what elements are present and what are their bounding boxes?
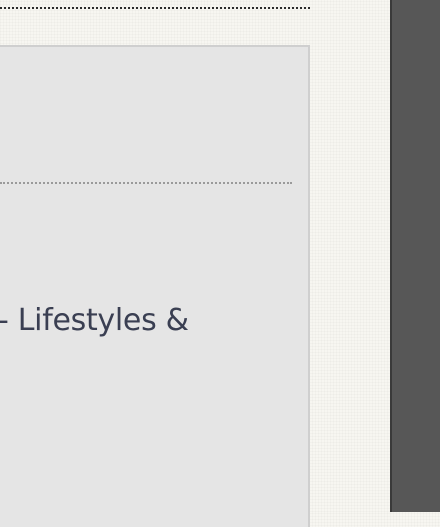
panel-text-line: - Lifestyles & [0,303,189,338]
panel-dotted-divider [0,182,292,184]
content-panel: - Lifestyles & [0,45,310,527]
window-frame-edge [390,0,440,512]
top-dotted-divider [0,7,310,9]
